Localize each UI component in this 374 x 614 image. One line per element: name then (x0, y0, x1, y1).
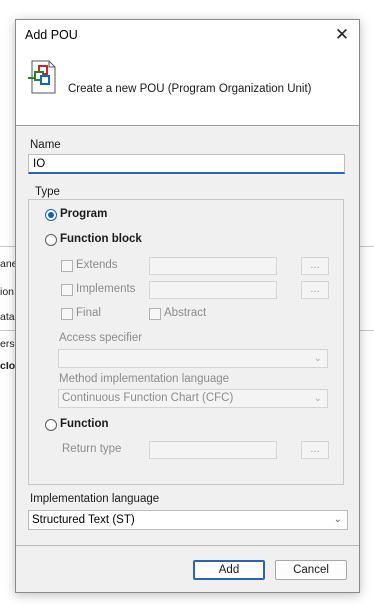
title-bar: Add POU ✕ (16, 20, 359, 50)
final-checkbox[interactable] (61, 308, 73, 320)
function-block-label[interactable]: Function block (60, 233, 142, 245)
function-radio[interactable] (45, 419, 57, 431)
impl-language-value: Structured Text (ST) (32, 514, 135, 526)
return-type-label: Return type (62, 443, 122, 455)
program-radio[interactable] (45, 209, 57, 221)
chevron-down-icon: ⌄ (313, 393, 322, 404)
access-specifier-label: Access specifier (59, 332, 143, 344)
implements-field[interactable] (149, 281, 277, 299)
return-type-browse-button[interactable]: ... (301, 441, 329, 459)
header-description: Create a new POU (Program Organization U… (68, 83, 312, 95)
name-input[interactable] (28, 154, 345, 174)
method-impl-select[interactable]: Continuous Function Chart (CFC) ⌄ (58, 389, 328, 408)
background-row: ers (0, 338, 15, 350)
close-icon[interactable]: ✕ (331, 24, 353, 46)
dialog-header: Create a new POU (Program Organization U… (16, 50, 359, 126)
implements-browse-button[interactable]: ... (301, 281, 329, 299)
add-pou-dialog: Add POU ✕ Create a new POU (Program Orga… (15, 19, 360, 593)
chevron-down-icon: ⌄ (333, 514, 342, 525)
impl-language-select[interactable]: Structured Text (ST) ⌄ (28, 510, 348, 530)
function-block-radio[interactable] (45, 234, 57, 246)
cancel-button[interactable]: Cancel (275, 560, 347, 580)
pou-blocks-icon (28, 60, 58, 97)
access-specifier-select[interactable]: ⌄ (58, 349, 328, 368)
method-impl-value: Continuous Function Chart (CFC) (62, 392, 234, 404)
extends-checkbox[interactable] (61, 260, 73, 272)
impl-language-label: Implementation language (30, 493, 160, 505)
return-type-field[interactable] (149, 441, 277, 459)
button-separator (16, 545, 359, 546)
dialog-title: Add POU (25, 28, 78, 42)
extends-label: Extends (76, 259, 118, 271)
method-impl-label: Method implementation language (59, 373, 230, 385)
background-row: ata (0, 311, 15, 323)
program-label[interactable]: Program (60, 208, 107, 220)
final-label: Final (76, 307, 101, 319)
extends-field[interactable] (149, 257, 277, 275)
name-label: Name (30, 139, 61, 151)
function-label[interactable]: Function (60, 418, 109, 430)
abstract-label: Abstract (164, 307, 207, 319)
type-group-legend: Type (32, 186, 63, 198)
implements-checkbox[interactable] (61, 284, 73, 296)
abstract-checkbox[interactable] (149, 308, 161, 320)
add-button[interactable]: Add (193, 560, 265, 580)
implements-label: Implements (76, 283, 136, 295)
background-row: ion (0, 286, 15, 298)
extends-browse-button[interactable]: ... (301, 257, 329, 275)
chevron-down-icon: ⌄ (313, 353, 322, 364)
background-row: cIo (0, 360, 16, 372)
